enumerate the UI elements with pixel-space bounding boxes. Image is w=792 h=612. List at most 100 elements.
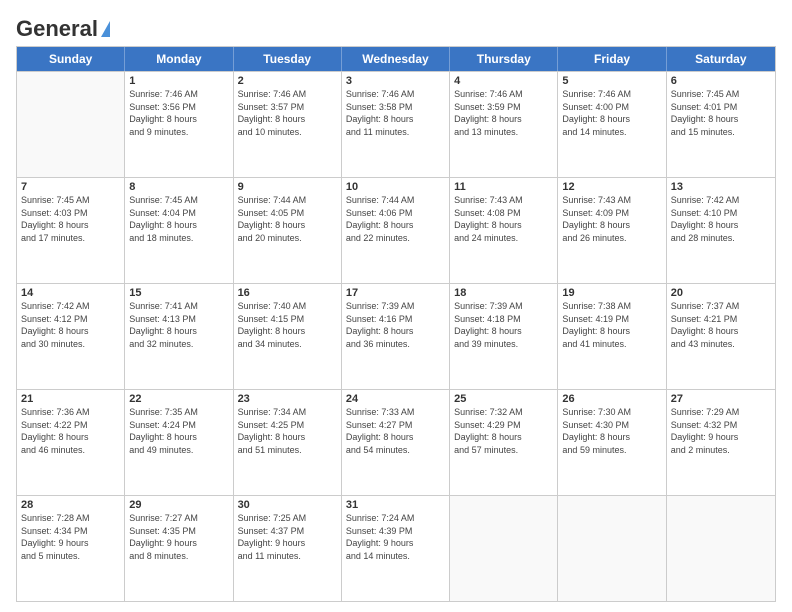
calendar-cell: [667, 496, 775, 601]
cell-info: Sunrise: 7:42 AMSunset: 4:12 PMDaylight:…: [21, 300, 120, 350]
calendar-cell: 10Sunrise: 7:44 AMSunset: 4:06 PMDayligh…: [342, 178, 450, 283]
weekday-header: Monday: [125, 47, 233, 71]
day-number: 6: [671, 75, 771, 87]
calendar-cell: 21Sunrise: 7:36 AMSunset: 4:22 PMDayligh…: [17, 390, 125, 495]
weekday-header: Friday: [558, 47, 666, 71]
logo-general: General: [16, 16, 98, 42]
weekday-header: Sunday: [17, 47, 125, 71]
calendar-cell: 2Sunrise: 7:46 AMSunset: 3:57 PMDaylight…: [234, 72, 342, 177]
calendar-row: 14Sunrise: 7:42 AMSunset: 4:12 PMDayligh…: [17, 283, 775, 389]
day-number: 1: [129, 75, 228, 87]
calendar-cell: 20Sunrise: 7:37 AMSunset: 4:21 PMDayligh…: [667, 284, 775, 389]
calendar-cell: 16Sunrise: 7:40 AMSunset: 4:15 PMDayligh…: [234, 284, 342, 389]
day-number: 23: [238, 393, 337, 405]
cell-info: Sunrise: 7:37 AMSunset: 4:21 PMDaylight:…: [671, 300, 771, 350]
calendar-cell: 30Sunrise: 7:25 AMSunset: 4:37 PMDayligh…: [234, 496, 342, 601]
day-number: 17: [346, 287, 445, 299]
cell-info: Sunrise: 7:25 AMSunset: 4:37 PMDaylight:…: [238, 512, 337, 562]
day-number: 7: [21, 181, 120, 193]
cell-info: Sunrise: 7:45 AMSunset: 4:01 PMDaylight:…: [671, 88, 771, 138]
day-number: 19: [562, 287, 661, 299]
day-number: 31: [346, 499, 445, 511]
calendar-cell: 31Sunrise: 7:24 AMSunset: 4:39 PMDayligh…: [342, 496, 450, 601]
day-number: 21: [21, 393, 120, 405]
calendar-cell: 3Sunrise: 7:46 AMSunset: 3:58 PMDaylight…: [342, 72, 450, 177]
cell-info: Sunrise: 7:33 AMSunset: 4:27 PMDaylight:…: [346, 406, 445, 456]
cell-info: Sunrise: 7:45 AMSunset: 4:04 PMDaylight:…: [129, 194, 228, 244]
logo-triangle-icon: [101, 21, 110, 37]
calendar-row: 1Sunrise: 7:46 AMSunset: 3:56 PMDaylight…: [17, 71, 775, 177]
calendar-cell: 29Sunrise: 7:27 AMSunset: 4:35 PMDayligh…: [125, 496, 233, 601]
calendar-cell: 17Sunrise: 7:39 AMSunset: 4:16 PMDayligh…: [342, 284, 450, 389]
calendar-cell: 5Sunrise: 7:46 AMSunset: 4:00 PMDaylight…: [558, 72, 666, 177]
cell-info: Sunrise: 7:42 AMSunset: 4:10 PMDaylight:…: [671, 194, 771, 244]
calendar-cell: 18Sunrise: 7:39 AMSunset: 4:18 PMDayligh…: [450, 284, 558, 389]
logo: General: [16, 16, 110, 38]
day-number: 25: [454, 393, 553, 405]
calendar-cell: 12Sunrise: 7:43 AMSunset: 4:09 PMDayligh…: [558, 178, 666, 283]
weekday-header: Tuesday: [234, 47, 342, 71]
day-number: 15: [129, 287, 228, 299]
calendar-row: 21Sunrise: 7:36 AMSunset: 4:22 PMDayligh…: [17, 389, 775, 495]
calendar-cell: [558, 496, 666, 601]
calendar-cell: 14Sunrise: 7:42 AMSunset: 4:12 PMDayligh…: [17, 284, 125, 389]
calendar-cell: 13Sunrise: 7:42 AMSunset: 4:10 PMDayligh…: [667, 178, 775, 283]
day-number: 24: [346, 393, 445, 405]
day-number: 5: [562, 75, 661, 87]
calendar-row: 7Sunrise: 7:45 AMSunset: 4:03 PMDaylight…: [17, 177, 775, 283]
cell-info: Sunrise: 7:46 AMSunset: 3:57 PMDaylight:…: [238, 88, 337, 138]
day-number: 29: [129, 499, 228, 511]
calendar-cell: 19Sunrise: 7:38 AMSunset: 4:19 PMDayligh…: [558, 284, 666, 389]
calendar-cell: 6Sunrise: 7:45 AMSunset: 4:01 PMDaylight…: [667, 72, 775, 177]
calendar-cell: 8Sunrise: 7:45 AMSunset: 4:04 PMDaylight…: [125, 178, 233, 283]
calendar-cell: 11Sunrise: 7:43 AMSunset: 4:08 PMDayligh…: [450, 178, 558, 283]
page: General SundayMondayTuesdayWednesdayThur…: [0, 0, 792, 612]
calendar-cell: 24Sunrise: 7:33 AMSunset: 4:27 PMDayligh…: [342, 390, 450, 495]
cell-info: Sunrise: 7:28 AMSunset: 4:34 PMDaylight:…: [21, 512, 120, 562]
calendar-cell: 7Sunrise: 7:45 AMSunset: 4:03 PMDaylight…: [17, 178, 125, 283]
day-number: 26: [562, 393, 661, 405]
cell-info: Sunrise: 7:36 AMSunset: 4:22 PMDaylight:…: [21, 406, 120, 456]
calendar-cell: 25Sunrise: 7:32 AMSunset: 4:29 PMDayligh…: [450, 390, 558, 495]
cell-info: Sunrise: 7:40 AMSunset: 4:15 PMDaylight:…: [238, 300, 337, 350]
weekday-header: Wednesday: [342, 47, 450, 71]
cell-info: Sunrise: 7:32 AMSunset: 4:29 PMDaylight:…: [454, 406, 553, 456]
calendar-header: SundayMondayTuesdayWednesdayThursdayFrid…: [17, 47, 775, 71]
calendar-row: 28Sunrise: 7:28 AMSunset: 4:34 PMDayligh…: [17, 495, 775, 601]
calendar-cell: [450, 496, 558, 601]
day-number: 9: [238, 181, 337, 193]
cell-info: Sunrise: 7:35 AMSunset: 4:24 PMDaylight:…: [129, 406, 228, 456]
calendar: SundayMondayTuesdayWednesdayThursdayFrid…: [16, 46, 776, 602]
cell-info: Sunrise: 7:44 AMSunset: 4:06 PMDaylight:…: [346, 194, 445, 244]
cell-info: Sunrise: 7:38 AMSunset: 4:19 PMDaylight:…: [562, 300, 661, 350]
day-number: 4: [454, 75, 553, 87]
cell-info: Sunrise: 7:46 AMSunset: 4:00 PMDaylight:…: [562, 88, 661, 138]
header: General: [16, 16, 776, 38]
day-number: 18: [454, 287, 553, 299]
cell-info: Sunrise: 7:46 AMSunset: 3:59 PMDaylight:…: [454, 88, 553, 138]
cell-info: Sunrise: 7:44 AMSunset: 4:05 PMDaylight:…: [238, 194, 337, 244]
cell-info: Sunrise: 7:46 AMSunset: 3:58 PMDaylight:…: [346, 88, 445, 138]
cell-info: Sunrise: 7:30 AMSunset: 4:30 PMDaylight:…: [562, 406, 661, 456]
cell-info: Sunrise: 7:39 AMSunset: 4:18 PMDaylight:…: [454, 300, 553, 350]
cell-info: Sunrise: 7:43 AMSunset: 4:08 PMDaylight:…: [454, 194, 553, 244]
cell-info: Sunrise: 7:27 AMSunset: 4:35 PMDaylight:…: [129, 512, 228, 562]
cell-info: Sunrise: 7:41 AMSunset: 4:13 PMDaylight:…: [129, 300, 228, 350]
cell-info: Sunrise: 7:24 AMSunset: 4:39 PMDaylight:…: [346, 512, 445, 562]
day-number: 8: [129, 181, 228, 193]
calendar-cell: 1Sunrise: 7:46 AMSunset: 3:56 PMDaylight…: [125, 72, 233, 177]
day-number: 27: [671, 393, 771, 405]
day-number: 13: [671, 181, 771, 193]
weekday-header: Saturday: [667, 47, 775, 71]
cell-info: Sunrise: 7:46 AMSunset: 3:56 PMDaylight:…: [129, 88, 228, 138]
calendar-cell: 28Sunrise: 7:28 AMSunset: 4:34 PMDayligh…: [17, 496, 125, 601]
calendar-cell: 15Sunrise: 7:41 AMSunset: 4:13 PMDayligh…: [125, 284, 233, 389]
weekday-header: Thursday: [450, 47, 558, 71]
day-number: 30: [238, 499, 337, 511]
day-number: 10: [346, 181, 445, 193]
day-number: 3: [346, 75, 445, 87]
cell-info: Sunrise: 7:45 AMSunset: 4:03 PMDaylight:…: [21, 194, 120, 244]
day-number: 16: [238, 287, 337, 299]
calendar-cell: 26Sunrise: 7:30 AMSunset: 4:30 PMDayligh…: [558, 390, 666, 495]
cell-info: Sunrise: 7:43 AMSunset: 4:09 PMDaylight:…: [562, 194, 661, 244]
